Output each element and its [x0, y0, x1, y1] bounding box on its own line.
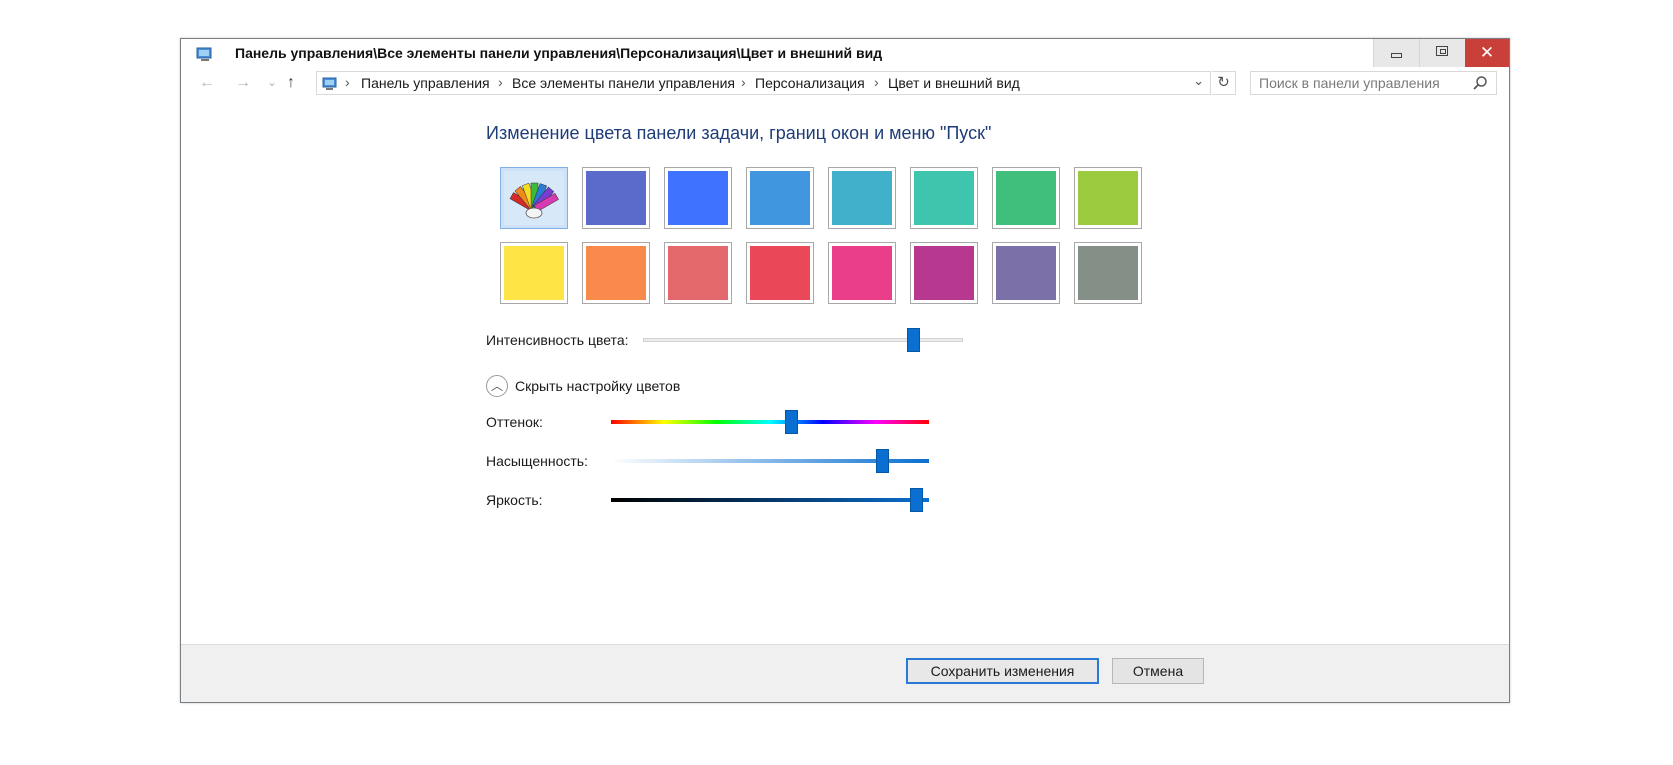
color-swatch-green[interactable]: [992, 167, 1060, 229]
color-swatch-salmon[interactable]: [664, 242, 732, 304]
swatch-fill: [504, 171, 564, 225]
color-palette-icon: [509, 182, 559, 219]
close-button[interactable]: ✕: [1465, 39, 1509, 67]
saturation-label: Насыщенность:: [486, 453, 588, 469]
window-title: Панель управления\Все элементы панели уп…: [235, 45, 883, 61]
swatch-fill: [1078, 246, 1138, 300]
forward-button[interactable]: →: [235, 74, 251, 92]
collapse-button[interactable]: ︿: [486, 375, 508, 397]
search-placeholder: Поиск в панели управления: [1259, 75, 1440, 91]
swatch-fill: [668, 171, 728, 225]
up-button[interactable]: ↑: [287, 74, 295, 92]
refresh-icon: ↻: [1217, 74, 1230, 91]
back-button[interactable]: ←: [199, 74, 215, 92]
brightness-label: Яркость:: [486, 492, 543, 508]
breadcrumb-personalization[interactable]: Персонализация: [755, 75, 865, 91]
color-swatch-gray[interactable]: [1074, 242, 1142, 304]
color-swatch-sky-blue[interactable]: [746, 167, 814, 229]
swatch-fill: [832, 246, 892, 300]
breadcrumb-all-items[interactable]: Все элементы панели управления: [512, 75, 735, 91]
color-swatch-orange[interactable]: [582, 242, 650, 304]
swatch-fill: [586, 246, 646, 300]
saturation-thumb[interactable]: [876, 449, 889, 473]
color-swatch-auto[interactable]: [500, 167, 568, 229]
title-bar[interactable]: Панель управления\Все элементы панели уп…: [181, 39, 1509, 69]
swatch-fill: [1078, 171, 1138, 225]
color-swatch-lime[interactable]: [1074, 167, 1142, 229]
swatch-fill: [750, 171, 810, 225]
color-swatch-purple[interactable]: [992, 242, 1060, 304]
swatch-fill: [586, 171, 646, 225]
brightness-slider[interactable]: [611, 487, 929, 513]
hue-track: [611, 420, 929, 424]
color-swatch-cyan[interactable]: [828, 167, 896, 229]
chevron-right-icon[interactable]: ›: [498, 74, 503, 90]
chevron-down-icon[interactable]: ⌄: [1193, 73, 1204, 89]
refresh-button[interactable]: ↻: [1212, 71, 1236, 95]
intensity-label: Интенсивность цвета:: [486, 332, 629, 348]
color-swatch-indigo[interactable]: [582, 167, 650, 229]
hue-slider[interactable]: [611, 409, 929, 435]
chevron-right-icon[interactable]: ›: [345, 74, 350, 90]
footer-bar: Сохранить изменения Отмена: [181, 644, 1509, 702]
color-swatch-pink[interactable]: [828, 242, 896, 304]
search-input[interactable]: Поиск в панели управления: [1250, 71, 1497, 95]
address-bar[interactable]: › Панель управления › Все элементы панел…: [316, 71, 1211, 95]
swatch-fill: [914, 246, 974, 300]
cancel-button[interactable]: Отмена: [1112, 658, 1204, 684]
color-swatch-magenta[interactable]: [910, 242, 978, 304]
save-button[interactable]: Сохранить изменения: [906, 658, 1099, 684]
brightness-track: [611, 498, 929, 502]
hue-thumb[interactable]: [785, 410, 798, 434]
color-swatch-blue[interactable]: [664, 167, 732, 229]
chevron-right-icon[interactable]: ›: [741, 74, 746, 90]
hide-color-settings-link[interactable]: Скрыть настройку цветов: [515, 378, 680, 394]
search-icon[interactable]: [1472, 75, 1488, 91]
maximize-button[interactable]: [1419, 39, 1466, 67]
chevron-up-icon: ︿: [490, 379, 503, 393]
main-content: Изменение цвета панели задачи, границ ок…: [181, 99, 1509, 645]
swatch-fill: [832, 171, 892, 225]
brightness-thumb[interactable]: [910, 488, 923, 512]
minimize-icon: [1391, 53, 1402, 58]
color-swatch-yellow[interactable]: [500, 242, 568, 304]
breadcrumb-color-appearance[interactable]: Цвет и внешний вид: [888, 75, 1020, 91]
recent-locations-button[interactable]: ⌄: [267, 75, 277, 89]
hue-label: Оттенок:: [486, 414, 543, 430]
control-panel-icon: [196, 47, 212, 61]
intensity-slider[interactable]: [643, 325, 963, 355]
control-panel-icon: [322, 77, 337, 90]
swatch-fill: [996, 171, 1056, 225]
swatch-fill: [750, 246, 810, 300]
swatch-fill: [996, 246, 1056, 300]
chevron-right-icon[interactable]: ›: [874, 74, 879, 90]
page-title: Изменение цвета панели задачи, границ ок…: [486, 123, 992, 143]
intensity-thumb[interactable]: [907, 328, 920, 352]
color-swatch-teal[interactable]: [910, 167, 978, 229]
breadcrumb-control-panel[interactable]: Панель управления: [361, 75, 490, 91]
minimize-button[interactable]: [1373, 39, 1420, 67]
color-swatch-red[interactable]: [746, 242, 814, 304]
maximize-icon: [1436, 46, 1448, 56]
saturation-slider[interactable]: [611, 448, 929, 474]
navigation-bar: ← → ⌄ ↑ › Панель управления › Все элемен…: [181, 71, 1509, 99]
app-window: Панель управления\Все элементы панели уп…: [180, 38, 1510, 703]
swatch-fill: [914, 171, 974, 225]
swatch-fill: [504, 246, 564, 300]
close-icon: ✕: [1479, 43, 1495, 62]
swatch-fill: [668, 246, 728, 300]
